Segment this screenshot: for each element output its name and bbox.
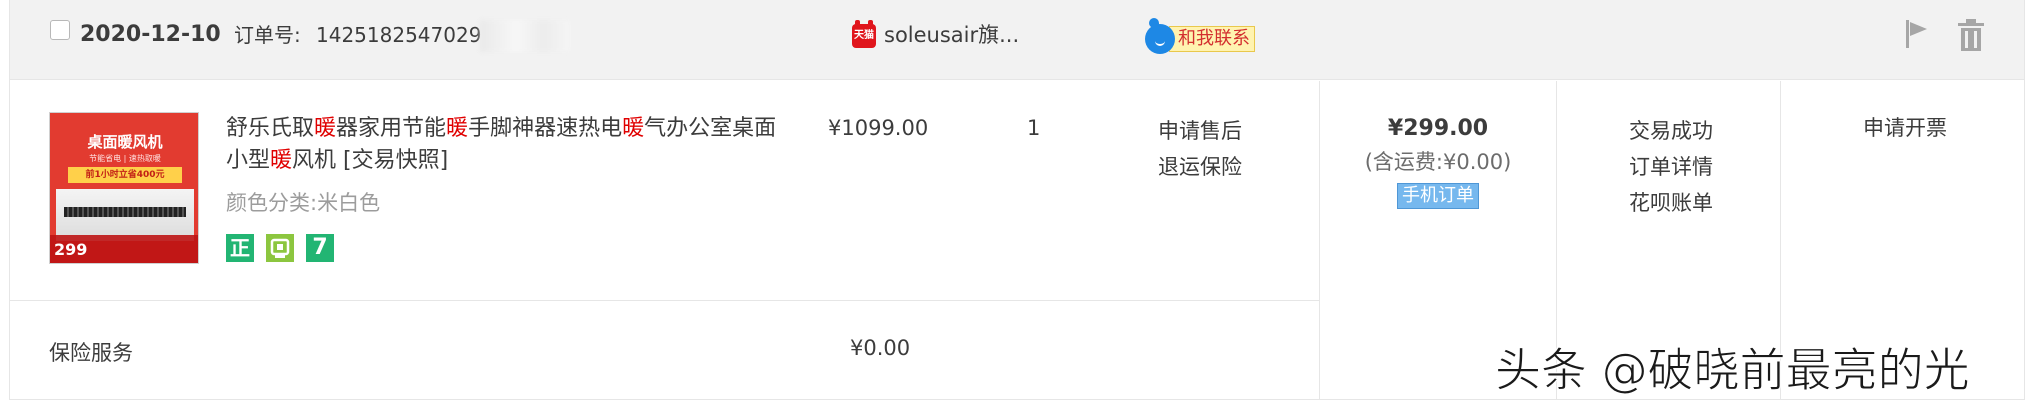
status-column: 交易成功 订单详情 花呗账单 — [1562, 113, 1780, 221]
tmall-icon: 天猫 — [852, 20, 876, 48]
trade-status: 交易成功 — [1629, 119, 1713, 143]
wangwang-chat-icon — [1145, 18, 1175, 54]
invoice-column: 申请开票 — [1785, 113, 2025, 143]
consumer-protection-icon[interactable] — [266, 234, 294, 262]
order-select-checkbox[interactable] — [50, 20, 70, 40]
order-date: 2020-12-10 — [80, 22, 221, 47]
order-details-link[interactable]: 订单详情 — [1562, 149, 1780, 185]
product-thumbnail[interactable]: 桌面暖风机 节能省电 | 速热取暖 前1小时立省400元 299 — [49, 112, 199, 264]
thumbnail-price: 299 — [54, 240, 88, 259]
return-shipping-insurance-link[interactable]: 退运保险 — [1158, 149, 1242, 185]
thumbnail-title: 桌面暖风机 — [87, 133, 163, 151]
insurance-price: ¥0.00 — [850, 336, 911, 360]
aftersale-actions: 申请售后 退运保险 — [1158, 113, 1242, 185]
thumbnail-promo: 前1小时立省400元 — [68, 167, 182, 183]
seven-day-return-badge-icon[interactable]: 7 — [306, 234, 334, 262]
contact-seller-label: 和我联系 — [1169, 26, 1255, 52]
title-text: 器家用节能 — [336, 116, 447, 141]
title-highlight: 暖 — [270, 148, 293, 173]
title-highlight: 暖 — [314, 116, 337, 141]
unit-price: ¥1099.00 — [828, 116, 929, 140]
order-number-label: 订单号: — [234, 23, 301, 47]
apply-invoice-link[interactable]: 申请开票 — [1785, 113, 2025, 143]
color-spec: 颜色分类:米白色 — [226, 191, 381, 215]
quantity: 1 — [1027, 116, 1041, 140]
apply-aftersale-link[interactable]: 申请售后 — [1158, 113, 1242, 149]
order-number: 1425182547029 — [316, 23, 482, 47]
mobile-order-tag: 手机订单 — [1397, 183, 1479, 209]
shipping-fee: (含运费:¥0.00) — [1364, 150, 1512, 174]
title-highlight: 暖 — [446, 116, 469, 141]
authentic-badge-icon[interactable]: 正 — [226, 234, 254, 262]
total-column: ¥299.00 (含运费:¥0.00) 手机订单 — [1320, 113, 1556, 209]
service-badges: 正 7 — [226, 234, 334, 262]
product-title-link[interactable]: 舒乐氏取暖器家用节能暖手脚神器速热电暖气办公室桌面小型暖风机 [交易快照] — [226, 113, 786, 177]
title-text: 风机 [交易快照] — [292, 148, 449, 173]
shop-name-link[interactable]: soleusair旗... — [884, 20, 1019, 50]
thumbnail-subtitle: 节能省电 | 速热取暖 — [89, 154, 161, 163]
heater-image — [56, 189, 194, 241]
title-highlight: 暖 — [622, 116, 645, 141]
trash-icon[interactable] — [1956, 18, 1986, 52]
order-header: 2020-12-10 订单号: 1425182547029 天猫 soleusa… — [10, 0, 2024, 80]
title-text: 舒乐氏取 — [226, 116, 315, 141]
flag-icon[interactable] — [1903, 18, 1931, 50]
huabei-bill-link[interactable]: 花呗账单 — [1562, 185, 1780, 221]
redacted-order-digits — [480, 20, 570, 52]
watermark: 头条 @破晓前最亮的光 — [1495, 343, 1971, 398]
row-divider — [10, 300, 1319, 301]
insurance-service-label: 保险服务 — [49, 341, 133, 365]
contact-seller-button[interactable]: 和我联系 — [1145, 18, 1255, 54]
total-price: ¥299.00 — [1387, 116, 1489, 141]
title-text: 手脚神器速热电 — [468, 116, 623, 141]
